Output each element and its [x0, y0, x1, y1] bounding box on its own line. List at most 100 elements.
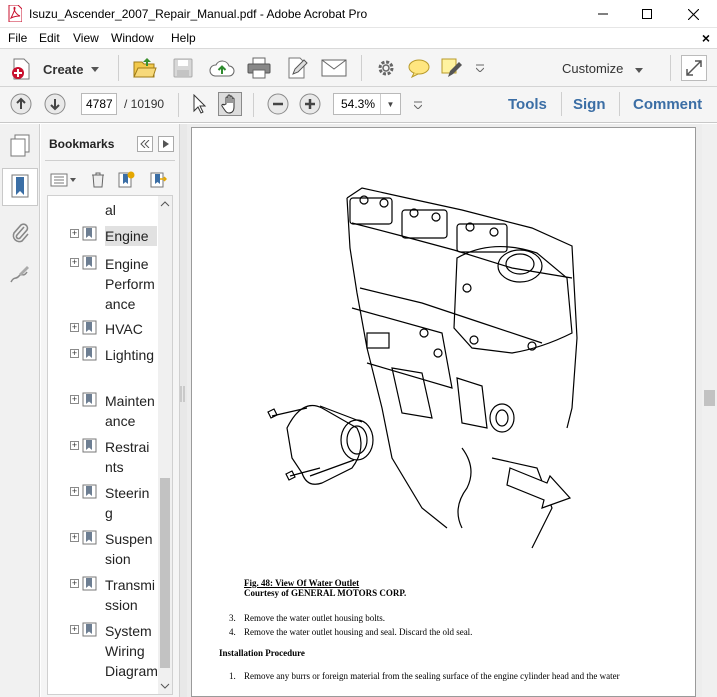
zoom-out-button[interactable]	[266, 92, 290, 116]
menu-view[interactable]: View	[73, 31, 99, 45]
bookmark-options-button[interactable]	[49, 170, 77, 190]
bookmark-icon	[82, 484, 97, 499]
upload-cloud-button[interactable]	[208, 55, 236, 81]
toolbar-overflow-button[interactable]	[472, 60, 488, 76]
bookmark-item-engine-performance[interactable]: + Engine Performance	[48, 253, 158, 315]
tab-sign[interactable]: Sign	[573, 96, 606, 113]
menu-edit[interactable]: Edit	[39, 31, 60, 45]
speech-bubble-icon	[408, 59, 430, 78]
tab-tools[interactable]: Tools	[508, 96, 547, 113]
menu-file[interactable]: File	[8, 31, 27, 45]
bookmarks-panel-button[interactable]	[2, 168, 38, 206]
highlight-button[interactable]	[438, 55, 464, 81]
open-button[interactable]	[132, 55, 158, 81]
save-button[interactable]	[170, 55, 196, 81]
bookmark-item-hvac[interactable]: + HVAC	[48, 318, 158, 340]
delete-bookmark-button[interactable]	[88, 170, 108, 190]
step-number: 3.	[229, 613, 236, 623]
bookmark-ribbon-icon	[11, 174, 29, 198]
scrollbar-thumb[interactable]	[704, 390, 715, 406]
bookmark-item-restraints[interactable]: + Restraints	[48, 436, 158, 478]
toolbar-divider	[178, 93, 179, 117]
bookmark-item-maintenance[interactable]: + Maintenance	[48, 390, 158, 432]
cloud-upload-icon	[209, 60, 235, 77]
pane-splitter[interactable]	[179, 124, 187, 697]
attachments-button[interactable]	[5, 218, 35, 246]
collapse-panel-button[interactable]	[137, 136, 153, 152]
edit-pdf-button[interactable]	[284, 55, 310, 81]
hand-tool-button[interactable]	[218, 92, 242, 116]
print-button[interactable]	[246, 55, 272, 81]
zoom-in-button[interactable]	[298, 92, 322, 116]
bookmark-icon	[82, 622, 97, 637]
comment-button[interactable]	[406, 55, 432, 81]
bookmark-icon	[82, 226, 97, 241]
bookmark-item-system-wiring-diagrams[interactable]: + System Wiring Diagrams	[48, 620, 165, 694]
navigation-pane-rail	[0, 124, 40, 697]
maximize-button[interactable]	[624, 0, 670, 28]
full-screen-button[interactable]	[681, 55, 707, 81]
step-text: Remove the water outlet housing and seal…	[244, 627, 473, 637]
step-text: Remove any burrs or foreign material fro…	[244, 671, 620, 681]
zoom-level-select[interactable]: 54.3% ▼	[333, 93, 401, 115]
minimize-icon	[598, 13, 608, 15]
bookmark-label: System Wiring Diagrams	[105, 623, 165, 679]
chevron-down-icon	[476, 64, 484, 72]
maximize-icon	[642, 9, 652, 19]
bookmark-item-lighting[interactable]: + Lighting	[48, 344, 158, 386]
create-button[interactable]: Create	[11, 57, 100, 81]
expand-icon[interactable]: +	[70, 487, 79, 496]
page-thumbnails-icon	[10, 134, 30, 157]
page-number-input[interactable]	[81, 93, 117, 115]
expand-panel-button[interactable]	[158, 136, 174, 152]
expand-icon[interactable]: +	[70, 579, 79, 588]
expand-bookmark-button[interactable]	[148, 170, 168, 190]
create-label: Create	[43, 61, 84, 77]
expand-icon[interactable]: +	[70, 441, 79, 450]
minus-circle-icon	[267, 93, 289, 115]
chevron-right-icon	[163, 140, 169, 148]
nav-toolbar-overflow-button[interactable]	[410, 97, 426, 113]
expand-icon[interactable]: +	[70, 323, 79, 332]
edit-document-icon	[288, 57, 308, 79]
bookmark-item-engine[interactable]: + Engine	[48, 224, 158, 248]
bookmark-item-suspension[interactable]: + Suspension	[48, 528, 158, 570]
signatures-button[interactable]	[5, 260, 35, 288]
toolbar-divider	[118, 55, 119, 81]
expand-icon[interactable]: +	[70, 258, 79, 267]
bookmark-icon	[82, 320, 97, 335]
close-icon	[687, 8, 699, 20]
email-button[interactable]	[320, 55, 348, 81]
page-thumbnails-button[interactable]	[5, 131, 35, 159]
bookmark-item-steering[interactable]: + Steering	[48, 482, 158, 524]
expand-icon[interactable]: +	[70, 533, 79, 542]
expand-icon[interactable]: +	[70, 229, 79, 238]
select-tool-button[interactable]	[187, 92, 211, 116]
scrollbar-thumb[interactable]	[160, 478, 170, 668]
chevron-down-icon	[414, 101, 422, 109]
arrow-down-icon	[44, 93, 66, 115]
expand-icon[interactable]: +	[70, 625, 79, 634]
arrow-up-icon	[10, 93, 32, 115]
toolbar-divider	[253, 93, 254, 117]
settings-button[interactable]	[373, 55, 399, 81]
next-page-button[interactable]	[43, 92, 67, 116]
minimize-button[interactable]	[580, 0, 626, 28]
expand-icon[interactable]: +	[70, 395, 79, 404]
menu-help[interactable]: Help	[171, 31, 196, 45]
document-scrollbar[interactable]	[702, 124, 717, 697]
tab-comment[interactable]: Comment	[633, 96, 702, 113]
expand-icon[interactable]: +	[70, 349, 79, 358]
bookmark-item-transmission[interactable]: + Transmission	[48, 574, 158, 616]
menu-window[interactable]: Window	[111, 31, 154, 45]
previous-page-button[interactable]	[9, 92, 33, 116]
close-window-button[interactable]	[670, 0, 716, 28]
close-document-button[interactable]: ×	[702, 30, 710, 46]
chevron-down-icon[interactable]: ▼	[380, 94, 400, 114]
paperclip-icon	[12, 223, 29, 243]
bookmarks-scrollbar[interactable]	[158, 196, 172, 694]
bookmarks-panel-title: Bookmarks	[49, 137, 115, 151]
bookmark-item[interactable]: al	[48, 200, 158, 220]
new-bookmark-button[interactable]	[116, 170, 136, 190]
customize-dropdown[interactable]: Customize	[562, 61, 644, 76]
